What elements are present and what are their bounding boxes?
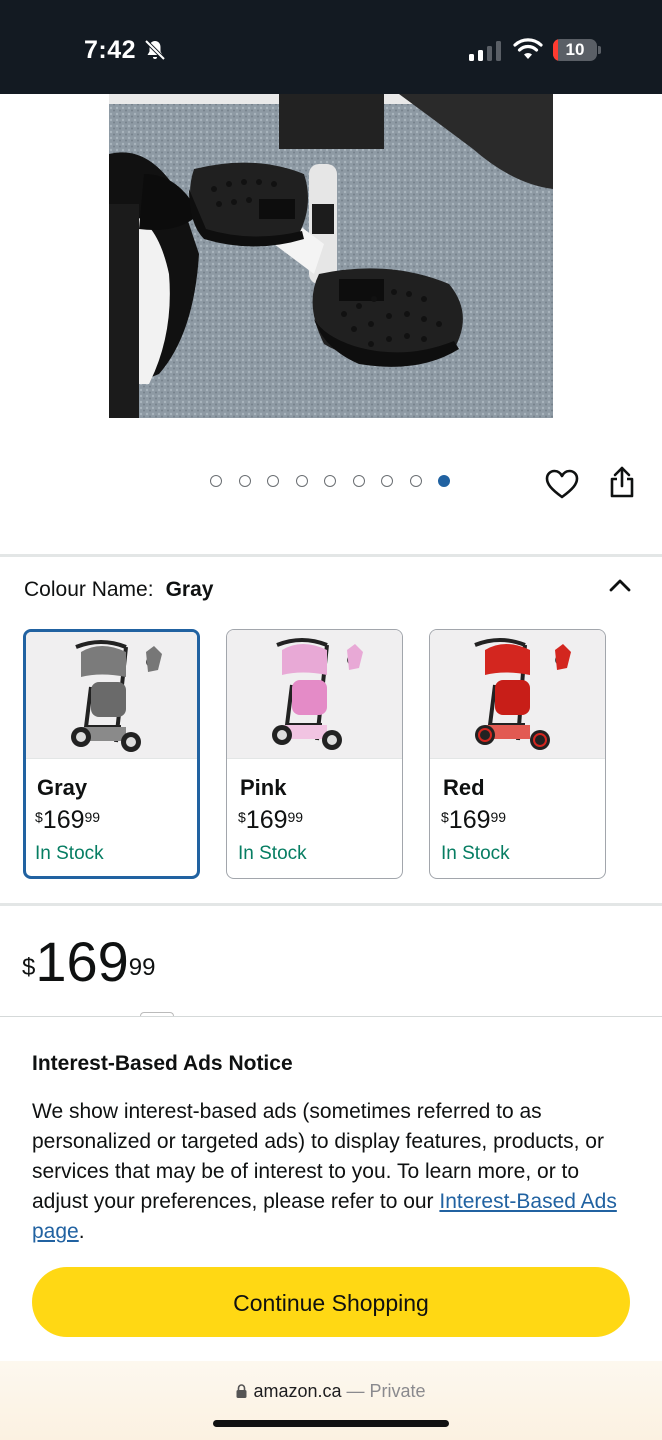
colour-swatch-pink[interactable]: Pink $16999 In Stock — [226, 629, 403, 879]
swatch-name: Gray — [37, 775, 88, 800]
wifi-icon — [513, 38, 543, 59]
product-image[interactable] — [109, 94, 553, 418]
heart-icon[interactable] — [545, 468, 579, 500]
lock-icon — [236, 1384, 247, 1398]
swatch-name: Pink — [240, 775, 287, 800]
swatch-image — [227, 630, 402, 759]
carousel-dot[interactable] — [210, 475, 222, 487]
url-display[interactable]: amazon.ca — Private — [0, 1381, 662, 1402]
cellular-signal-icon — [469, 41, 501, 61]
swatch-stock-status: In Stock — [35, 843, 104, 864]
carousel-dot-active[interactable] — [438, 475, 450, 487]
browser-address-bar[interactable]: amazon.ca — Private — [0, 1361, 662, 1440]
colour-name-label: Colour Name: Gray — [24, 578, 213, 602]
continue-shopping-button[interactable]: Continue Shopping — [32, 1267, 630, 1337]
swatch-price: $16999 — [441, 806, 507, 834]
carousel-dot[interactable] — [239, 475, 251, 487]
swatch-image — [430, 630, 605, 759]
colour-name-value: Gray — [165, 578, 214, 601]
swatch-stock-status: In Stock — [441, 843, 510, 864]
interest-based-ads-notice: Interest-Based Ads Notice We show intere… — [0, 1016, 662, 1362]
colour-swatch-red[interactable]: Red $16999 In Stock — [429, 629, 606, 879]
chevron-up-icon[interactable] — [607, 575, 633, 595]
share-icon[interactable] — [607, 465, 637, 499]
carousel-dot[interactable] — [324, 475, 336, 487]
notice-body: We show interest-based ads (sometimes re… — [32, 1100, 617, 1243]
url-domain: amazon.ca — [253, 1381, 342, 1401]
battery-level: 10 — [565, 40, 585, 59]
carousel-dot[interactable] — [296, 475, 308, 487]
swatch-name: Red — [443, 775, 485, 800]
divider — [0, 554, 662, 557]
carousel-dot[interactable] — [381, 475, 393, 487]
status-bar: 7:42 10 — [0, 0, 662, 94]
carousel-dot[interactable] — [410, 475, 422, 487]
status-time: 7:42 — [84, 36, 137, 64]
carousel-dot[interactable] — [353, 475, 365, 487]
swatch-stock-status: In Stock — [238, 843, 307, 864]
swatch-image — [26, 632, 197, 759]
home-indicator[interactable] — [213, 1420, 449, 1427]
bell-slash-icon — [144, 39, 166, 61]
url-separator: — — [346, 1381, 365, 1401]
notice-title: Interest-Based Ads Notice — [32, 1052, 293, 1075]
colour-name-caption: Colour Name: — [24, 578, 154, 601]
carousel-dot[interactable] — [267, 475, 279, 487]
swatch-price: $16999 — [35, 806, 101, 834]
colour-swatch-gray[interactable]: Gray $16999 In Stock — [23, 629, 200, 879]
swatch-price: $16999 — [238, 806, 304, 834]
product-price: $16999 — [22, 930, 156, 993]
divider — [0, 903, 662, 906]
private-mode-label: Private — [369, 1381, 426, 1401]
battery-icon: 10 — [553, 39, 597, 61]
